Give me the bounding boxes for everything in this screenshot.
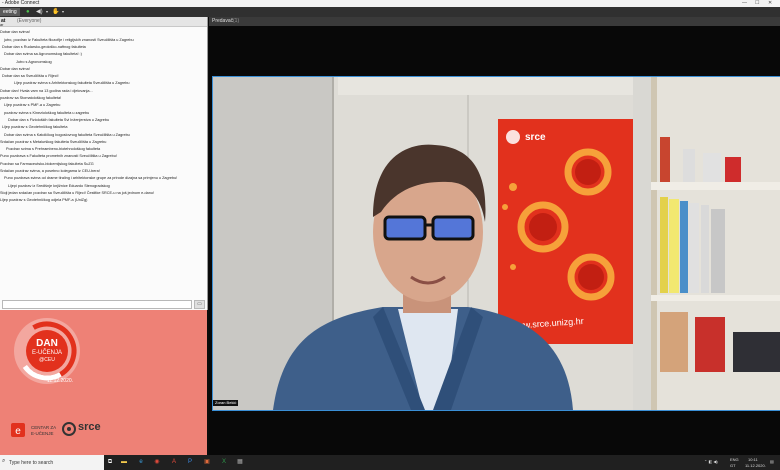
clock-date[interactable]: 11.12.2020. <box>745 463 766 468</box>
chat-message: Lijep pozdrav s Geotehničkog odjela PMF-… <box>0 198 88 203</box>
acrobat-icon[interactable]: A <box>170 458 178 467</box>
close-button[interactable]: ✕ <box>768 0 772 7</box>
chat-audience[interactable]: (Everyone) <box>17 17 41 26</box>
meeting-menu[interactable]: eeting <box>0 8 20 16</box>
chat-message: Dobar dan svima! <box>0 66 30 71</box>
video-pod: srce www.srce.unizg.hr Zoran Bekić <box>209 26 780 455</box>
keyboard-language[interactable]: ENG <box>730 457 739 462</box>
chat-message: Lijep pozdrav s PMF-a u Zagrebu <box>4 103 61 108</box>
chat-message: pozdrav svima s Kineziološkog fakulteta … <box>4 110 90 115</box>
chat-message: Stoji jedan srdačan pozdrav sa Sveučiliš… <box>0 190 155 195</box>
app-toolbar: eeting ● ◀) ▾ ✋ ▾ <box>0 7 780 17</box>
chat-message: Dobar dan svima s Katoličkog bogoslovnog… <box>4 132 130 137</box>
excel-icon[interactable]: X <box>220 458 228 467</box>
seal-title: DAN <box>36 338 58 349</box>
event-branding: DAN E-UČENJA @CEU 11.12.2020. e CENTAR Z… <box>0 310 207 455</box>
clock-time[interactable]: 10:11 <box>748 457 758 462</box>
search-icon: ⌕ <box>2 458 6 464</box>
chat-message: Pozdrav svima s Prehrambeno-biotehnološk… <box>6 147 101 152</box>
chat-message: Dobar dan s Fizioloških fakulteta Svi In… <box>8 117 110 122</box>
chat-message: Pozdrav sa Farmaceutsko-biokemijskog fak… <box>0 161 94 166</box>
seal-handle: @CEU <box>39 357 55 363</box>
chat-message: Lijep pozdrav s Geotehničkog fakulteta <box>2 125 68 130</box>
chat-message: Srdačan pozdrav s Metalurškog fakulteta … <box>0 139 107 144</box>
srce-logo-text: srce <box>78 421 101 433</box>
chat-message: Lijep pozdrav svima s Arhitektonskog fak… <box>14 81 130 86</box>
video-participant-count: (1) <box>233 18 240 24</box>
ceu-logo-line1: CENTAR ZA <box>31 425 57 430</box>
video-pod-header: Predavač (1) <box>209 17 780 26</box>
window-titlebar: - Adobe Connect — ☐ ✕ <box>0 0 780 7</box>
chrome-icon[interactable]: ◉ <box>153 458 161 467</box>
video-pod-title: Predavač <box>212 18 234 24</box>
speaker-name-tag: Zoran Bekić <box>213 400 239 406</box>
chat-message: jutro, pozdrav iz Fakulteta filozofije i… <box>4 37 134 42</box>
notification-icon[interactable]: ▤ <box>770 459 774 464</box>
chat-message: pozdrav sa Stomatološkog fakulteta! <box>0 96 62 100</box>
search-placeholder: Type here to search <box>9 460 54 466</box>
os-taskbar: ⌕ Type here to search ⧉ ▬ e ◉ A P ▣ X ▦ … <box>0 455 780 470</box>
chat-input[interactable] <box>2 300 192 309</box>
edge-icon[interactable]: e <box>137 458 145 467</box>
speaker-icon[interactable]: ◀) <box>36 8 43 16</box>
chat-header: at (Everyone) <box>0 17 207 27</box>
file-explorer-icon[interactable]: ▬ <box>120 458 128 467</box>
chat-message: Dobar dan! Hvala vam na 13 godina rada i… <box>0 88 93 93</box>
mic-icon[interactable]: ● <box>26 8 30 16</box>
chevron-down-icon[interactable]: ▾ <box>62 8 64 16</box>
minimize-button[interactable]: — <box>742 0 747 7</box>
chat-message: Dobar dan svima sa Agronomskog fakulteta… <box>4 52 82 57</box>
chat-message: Puno pozdrava svima od drame tiraling i … <box>4 176 178 181</box>
chat-message: Jutro s Agronomskog <box>16 59 52 64</box>
chat-message: Puno pozdrava s Fakulteta prometnih znan… <box>0 154 117 159</box>
ceu-logo-line2: E-UČENJE <box>31 431 54 436</box>
tray-icons[interactable]: ⌃ ◧ ◀) <box>704 459 718 464</box>
seal-subtitle: E-UČENJA <box>31 350 62 356</box>
ceu-logo-icon: e <box>11 423 25 437</box>
svg-text:e: e <box>15 426 21 437</box>
photoshop-icon[interactable]: P <box>186 458 194 467</box>
chat-message: Dobar dan sa Sveučilišta u Rijeci! <box>2 74 59 79</box>
chat-message: Lijepi pozdrav iz Središnje knjižnice Ed… <box>8 183 110 188</box>
srce-logo-icon <box>62 422 76 436</box>
chat-message: Dobar dan s Rudarsko-geološko-naftnog fa… <box>2 44 86 49</box>
speaker-video[interactable]: srce www.srce.unizg.hr <box>212 76 780 411</box>
chat-pod: at (Everyone) ar Dobar dan svima! jutro, p… <box>0 17 208 310</box>
app-icon-2[interactable]: ▦ <box>236 458 244 467</box>
seal-date: 11.12.2020. <box>47 378 74 384</box>
chat-message: Dobar dan svima! <box>0 30 30 35</box>
chevron-down-icon[interactable]: ▾ <box>46 8 48 16</box>
keyboard-region[interactable]: GT <box>730 463 736 468</box>
chat-message: ar <box>0 23 4 27</box>
speaker-video-image: srce www.srce.unizg.hr <box>213 77 780 410</box>
svg-text:srce: srce <box>525 132 546 143</box>
hand-icon[interactable]: ✋ <box>52 8 59 16</box>
chat-message: Srdačan pozdrav svima, a posebno kolegam… <box>0 169 100 173</box>
maximize-button[interactable]: ☐ <box>755 0 759 7</box>
task-view-icon[interactable]: ⧉ <box>106 458 114 467</box>
taskbar-search[interactable]: ⌕ Type here to search <box>0 455 104 470</box>
window-title: - Adobe Connect <box>2 0 40 6</box>
send-button[interactable]: ▭ <box>194 300 205 309</box>
app-icon[interactable]: ▣ <box>203 458 211 467</box>
